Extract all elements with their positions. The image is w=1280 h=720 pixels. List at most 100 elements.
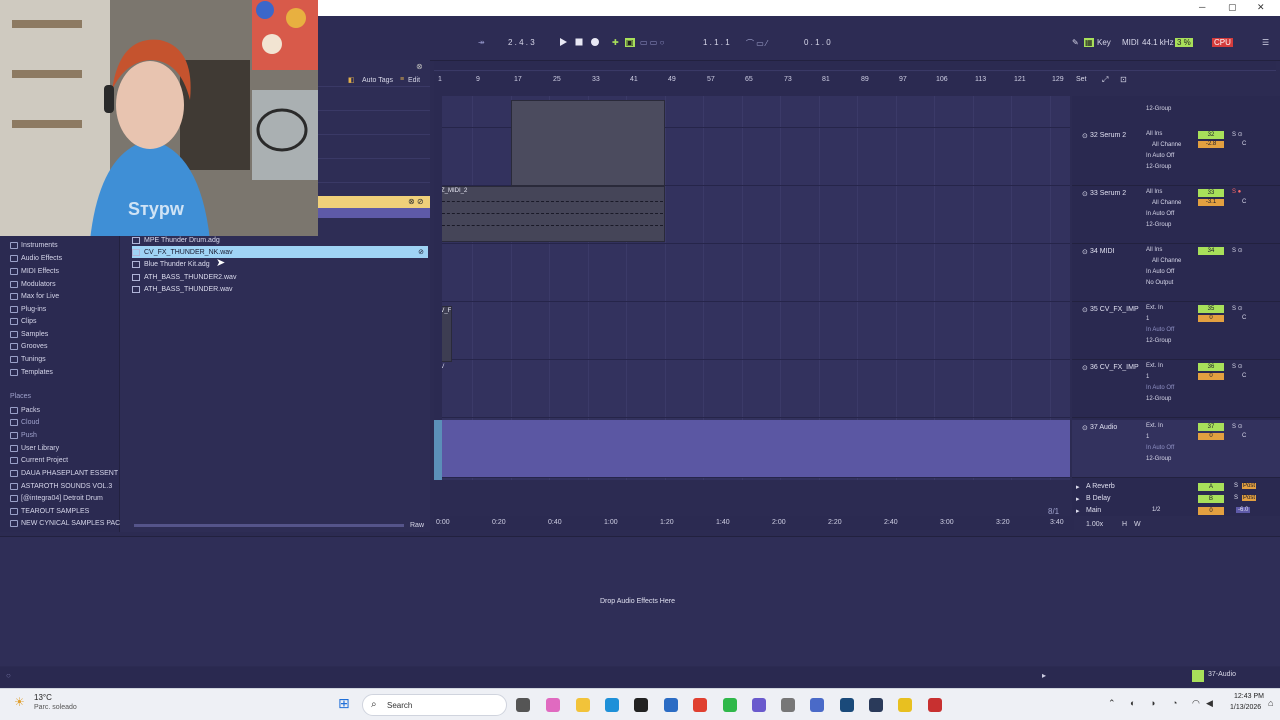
store-icon[interactable]: [664, 698, 678, 712]
preview-icon[interactable]: ⊘: [418, 248, 424, 256]
preview-waveform[interactable]: [134, 524, 404, 527]
track-activator[interactable]: 33: [1198, 189, 1224, 197]
track-header[interactable]: ⊙ 32 Serum 2 All Ins All Channe In Auto …: [1072, 128, 1280, 186]
follow-icon[interactable]: ↠: [478, 38, 485, 47]
taskbar-search[interactable]: ⌕ Search: [362, 694, 507, 716]
file-item[interactable]: ATH_BASS_THUNDER2.wav: [132, 271, 428, 283]
track-lane-selected[interactable]: [434, 420, 1070, 478]
solo-icon[interactable]: S ⊙: [1232, 423, 1243, 430]
pan-field[interactable]: C: [1242, 199, 1246, 205]
overview-bar[interactable]: [434, 61, 1276, 71]
monitor-select[interactable]: In Auto Off: [1146, 269, 1174, 275]
zoom-level[interactable]: 1.00x: [1086, 521, 1103, 528]
wifi-icon[interactable]: ◠: [1192, 698, 1200, 709]
app-icon[interactable]: [840, 698, 854, 712]
device-view[interactable]: Drop Audio Effects Here: [0, 536, 1280, 666]
output-select[interactable]: 12-Group: [1146, 338, 1171, 344]
file-item-selected[interactable]: CV_FX_THUNDER_NK.wav ⊘: [132, 246, 428, 258]
input-type[interactable]: Ext. In: [1146, 363, 1163, 369]
category-tunings[interactable]: Tunings: [10, 353, 46, 365]
output-select[interactable]: 12-Group: [1146, 164, 1171, 170]
place-folder[interactable]: NEW CYNICAL SAMPLES PAC: [10, 517, 120, 529]
fold-icon[interactable]: ⊙: [1082, 132, 1088, 140]
close-icon[interactable]: ✕: [1257, 2, 1265, 13]
settings-gear-icon[interactable]: [781, 698, 795, 712]
discord-icon[interactable]: [752, 698, 766, 712]
minimize-icon[interactable]: ─: [1199, 2, 1205, 12]
main-name[interactable]: Main: [1086, 507, 1101, 514]
fold-icon[interactable]: ⊙: [1082, 190, 1088, 198]
category-grooves[interactable]: Grooves: [10, 340, 47, 352]
tray-app-icon[interactable]: ◔: [1172, 698, 1177, 708]
input-channel[interactable]: 1: [1146, 374, 1149, 380]
file-item[interactable]: Blue Thunder Kit.adg: [132, 258, 428, 270]
info-icon[interactable]: ○: [6, 671, 11, 680]
windows-start-icon[interactable]: ⊞: [338, 695, 350, 712]
track-name[interactable]: 37 Audio: [1090, 424, 1117, 431]
tray-app-icon[interactable]: ◐: [1130, 698, 1135, 708]
midi-clip[interactable]: AZ_MIDI_2: [434, 186, 665, 242]
filter-row[interactable]: [318, 208, 430, 218]
fold-icon[interactable]: ▸: [1076, 507, 1080, 515]
stop-icon[interactable]: [574, 37, 584, 47]
main-output[interactable]: 1/2: [1152, 507, 1160, 513]
volume-icon[interactable]: ◀: [1206, 698, 1213, 709]
category-clips[interactable]: Clips: [10, 315, 37, 327]
solo-icon[interactable]: S: [1234, 483, 1238, 489]
volume-field[interactable]: -3.1: [1198, 199, 1224, 206]
fold-icon[interactable]: ▸: [1076, 495, 1080, 503]
midi-track-icon[interactable]: [1192, 670, 1204, 682]
input-type[interactable]: All Ins: [1146, 247, 1162, 253]
ableton-icon[interactable]: [634, 698, 648, 712]
volume-field[interactable]: -2.8: [1198, 141, 1224, 148]
category-samples[interactable]: Samples: [10, 328, 48, 340]
fold-icon[interactable]: ⊙: [1082, 364, 1088, 372]
close-browser-icon[interactable]: ⊗: [416, 62, 423, 71]
place-folder[interactable]: DAUA PHASEPLANT ESSENT: [10, 467, 118, 479]
track-activator[interactable]: 35: [1198, 305, 1224, 313]
fold-icon[interactable]: ⊙: [1082, 306, 1088, 314]
solo-icon[interactable]: S: [1234, 495, 1238, 501]
track-header[interactable]: ⊙ 33 Serum 2 All Ins All Channe In Auto …: [1072, 186, 1280, 244]
main-track[interactable]: ▸ Main 1/2 0 -6.0: [1072, 506, 1280, 518]
output-select[interactable]: 12-Group: [1146, 222, 1171, 228]
maximize-icon[interactable]: ▢: [1228, 2, 1237, 13]
input-channel[interactable]: All Channe: [1152, 142, 1181, 148]
file-item[interactable]: MPE Thunder Drum.adg: [132, 234, 428, 246]
return-mode[interactable]: Post: [1242, 495, 1257, 501]
place-folder[interactable]: [@integra04] Detroit Drum: [10, 492, 103, 504]
category-templates[interactable]: Templates: [10, 366, 53, 378]
auto-tags-button[interactable]: Auto Tags: [362, 77, 393, 84]
main-db[interactable]: -6.0: [1236, 507, 1251, 513]
track-activator[interactable]: 32: [1198, 131, 1224, 139]
weather-icon[interactable]: ☀: [14, 695, 25, 709]
track-name[interactable]: 35 CV_FX_IMP: [1090, 306, 1139, 313]
edge-icon[interactable]: [605, 698, 619, 712]
tray-app-icon[interactable]: ◑: [1150, 698, 1155, 708]
edit-button[interactable]: Edit: [408, 77, 420, 84]
monitor-select[interactable]: In Auto Off: [1146, 211, 1174, 217]
place-push[interactable]: Push: [10, 429, 37, 441]
folder-close-icon[interactable]: ⊗ ⊘: [408, 197, 424, 206]
return-track[interactable]: ▸ B Delay B S Post: [1072, 494, 1280, 506]
input-type[interactable]: Ext. In: [1146, 423, 1163, 429]
track-lane[interactable]: [434, 244, 1070, 302]
input-type[interactable]: Ext. In: [1146, 305, 1163, 311]
time-ruler[interactable]: 0:00 0:20 0:40 1:00 1:20 1:40 2:00 2:20 …: [434, 516, 1074, 530]
song-position[interactable]: 2 . 4 . 3: [508, 38, 535, 47]
pan-field[interactable]: C: [1242, 141, 1246, 147]
task-view-icon[interactable]: [516, 698, 530, 712]
clip[interactable]: [511, 100, 665, 186]
h-button[interactable]: H: [1122, 521, 1127, 528]
clock-date[interactable]: 1/13/2026: [1230, 704, 1261, 711]
place-folder[interactable]: ASTAROTH SOUNDS VOL.3: [10, 480, 112, 492]
input-channel[interactable]: 1: [1146, 316, 1149, 322]
reenable-automation-icon[interactable]: ▭ ▭ ○: [640, 38, 664, 47]
solo-icon[interactable]: S ⊙: [1232, 247, 1243, 254]
fold-icon[interactable]: ⊙: [1082, 248, 1088, 256]
track-name[interactable]: 34 MIDI: [1090, 248, 1115, 255]
copilot-icon[interactable]: [546, 698, 560, 712]
key-map-button[interactable]: Key: [1097, 38, 1111, 47]
expand-icon[interactable]: ⤢: [1102, 75, 1108, 85]
category-midi-effects[interactable]: MIDI Effects: [10, 265, 59, 277]
